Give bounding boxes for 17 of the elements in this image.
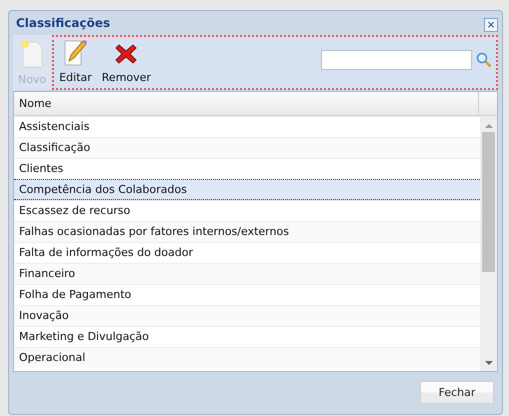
scrollbar-thumb[interactable] bbox=[482, 132, 495, 272]
table-row[interactable]: Competência dos Colaborados bbox=[14, 179, 480, 200]
close-dialog-button[interactable]: Fechar bbox=[420, 380, 494, 404]
scrollbar[interactable] bbox=[480, 116, 497, 371]
search-icon[interactable] bbox=[476, 52, 492, 68]
table-row[interactable]: Falhas ocasionadas por fatores internos/externos bbox=[14, 221, 480, 242]
window-title: Classificações bbox=[16, 16, 110, 30]
table-row[interactable]: Financeiro bbox=[14, 263, 480, 284]
down-arrow-icon[interactable] bbox=[484, 359, 492, 367]
up-arrow-icon[interactable] bbox=[484, 122, 492, 130]
edit-button[interactable]: Editar bbox=[54, 37, 97, 88]
table-row[interactable]: Inovação bbox=[14, 305, 480, 326]
search-field[interactable] bbox=[321, 50, 472, 70]
table-row[interactable]: Operacional bbox=[14, 347, 480, 368]
table-row[interactable]: Classificação bbox=[14, 137, 480, 158]
close-button[interactable]: × bbox=[484, 18, 498, 32]
remove-button[interactable]: Remover bbox=[96, 37, 156, 88]
